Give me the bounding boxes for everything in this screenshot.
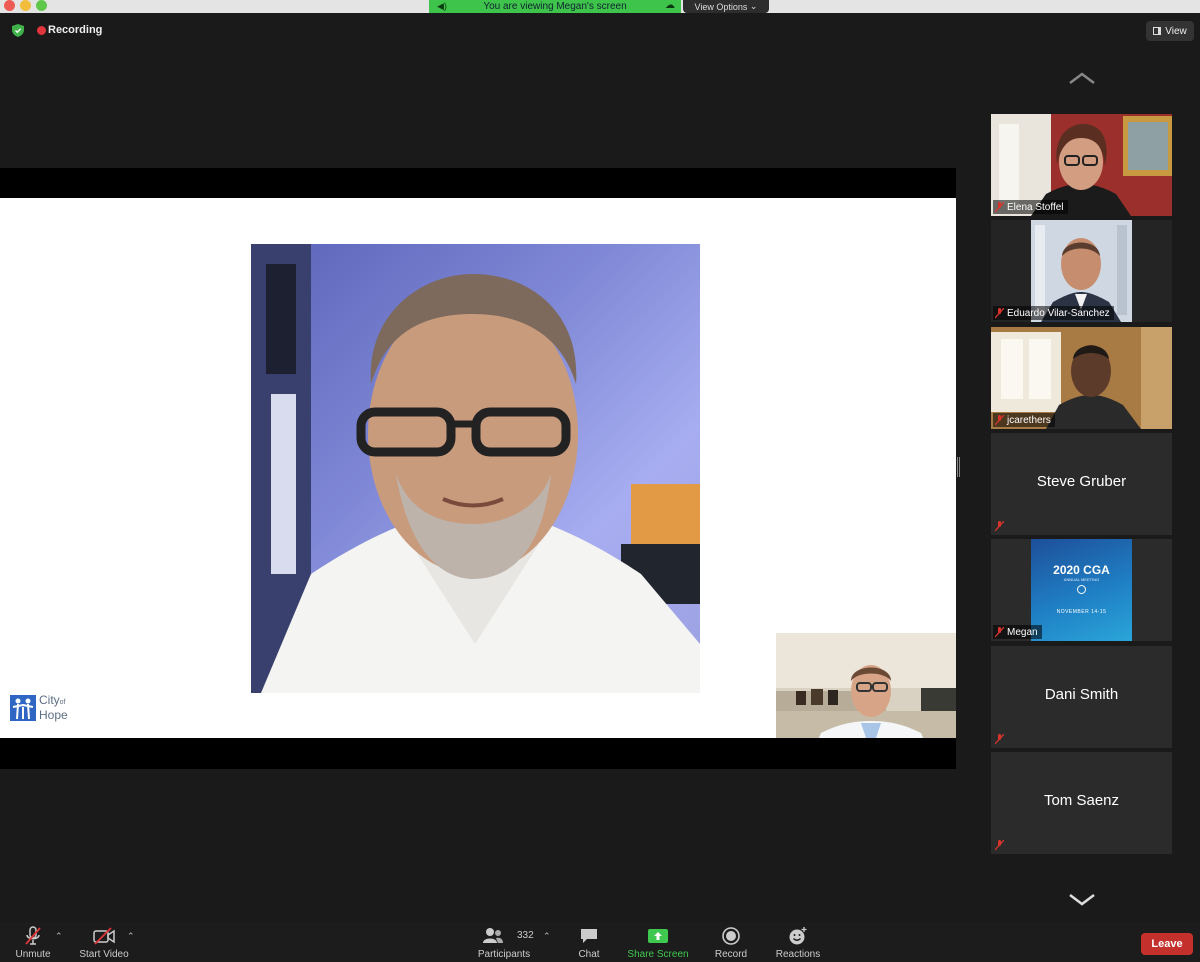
chat-label: Chat xyxy=(578,949,600,960)
participant-mute-indicator xyxy=(993,732,1008,746)
video-options-caret-icon[interactable]: ⌃ xyxy=(127,931,135,942)
viewing-banner-text: You are viewing Megan's screen xyxy=(483,1,627,12)
participants-label: Participants xyxy=(477,949,531,960)
presentation-slide: Cityof Hope xyxy=(0,198,956,738)
reactions-icon xyxy=(789,927,807,945)
participant-mute-indicator xyxy=(993,519,1008,533)
participant-name: Eduardo Vilar-Sanchez xyxy=(1007,307,1110,319)
city-of-hope-logo: Cityof Hope xyxy=(10,694,68,721)
meeting-logo-subtitle: ANNUAL MEETING xyxy=(1063,577,1100,582)
share-screen-button[interactable]: Share Screen xyxy=(624,922,692,962)
participant-name: Elena Stoffel xyxy=(1007,201,1064,213)
chevron-down-icon: ⌄ xyxy=(747,1,758,11)
share-screen-icon xyxy=(648,929,668,943)
mic-muted-icon xyxy=(25,926,41,945)
record-label: Record xyxy=(714,949,748,960)
participant-name-label: jcarethers xyxy=(993,413,1055,427)
mic-muted-icon xyxy=(995,520,1004,531)
participant-tile-eduardo-vilar-sanchez[interactable]: Eduardo Vilar-Sanchez xyxy=(991,220,1172,322)
shared-screen: Cityof Hope xyxy=(0,168,956,769)
start-video-label: Start Video xyxy=(79,949,129,960)
chat-button[interactable]: Chat xyxy=(570,922,608,962)
meeting-logo-date: NOVEMBER 14-15 xyxy=(1056,609,1107,615)
logo-text-hope: Hope xyxy=(39,708,68,722)
record-icon xyxy=(722,927,740,945)
mic-muted-icon xyxy=(995,626,1004,637)
view-options-label: View Options xyxy=(694,1,748,12)
mic-muted-icon xyxy=(995,201,1004,212)
logo-text: Cityof Hope xyxy=(39,694,68,721)
globe-icon xyxy=(1077,585,1086,594)
shield-icon[interactable] xyxy=(12,24,24,37)
participant-name: Tom Saenz xyxy=(1043,792,1120,809)
presenter-portrait-photo xyxy=(251,244,700,693)
meeting-toolbar: Unmute ⌃ Start Video ⌃ Participants 332 … xyxy=(0,922,1200,962)
participant-tile-megan[interactable]: 2020 CGA ANNUAL MEETING NOVEMBER 14-15 M… xyxy=(991,539,1172,641)
unmute-label: Unmute xyxy=(15,949,51,960)
view-options-button[interactable]: View Options ⌄ xyxy=(683,0,769,13)
logo-text-of: of xyxy=(59,699,66,706)
start-video-button[interactable]: Start Video xyxy=(74,922,134,962)
mic-muted-icon xyxy=(995,307,1004,318)
view-label: View xyxy=(1165,25,1187,37)
zoom-meeting-window: ◀) You are viewing Megan's screen ☁ View… xyxy=(0,0,1200,962)
meeting-logo-title: 2020 CGA xyxy=(1053,563,1110,577)
recording-dot-icon xyxy=(37,26,46,35)
mic-muted-icon xyxy=(995,733,1004,744)
mic-muted-icon xyxy=(995,414,1004,425)
reactions-button[interactable]: Reactions xyxy=(772,922,824,962)
participants-count: 332 xyxy=(517,930,534,941)
participant-tile-tom-saenz[interactable]: Tom Saenz xyxy=(991,752,1172,854)
participant-name-label: Elena Stoffel xyxy=(993,200,1068,214)
cloud-icon: ☁ xyxy=(665,0,675,11)
participant-name: jcarethers xyxy=(1007,414,1051,426)
view-layout-button[interactable]: View xyxy=(1146,21,1194,41)
audio-options-caret-icon[interactable]: ⌃ xyxy=(55,931,63,942)
participant-tile-elena-stoffel[interactable]: Elena Stoffel xyxy=(991,114,1172,216)
record-button[interactable]: Record xyxy=(710,922,752,962)
participant-name-label: Megan xyxy=(993,625,1042,639)
mic-muted-icon xyxy=(995,839,1004,850)
layout-icon xyxy=(1153,27,1162,35)
logo-text-city: City xyxy=(39,693,60,707)
close-window-button[interactable] xyxy=(4,0,15,11)
participants-button[interactable]: Participants xyxy=(474,922,534,962)
active-speaker-video[interactable] xyxy=(776,633,956,738)
participant-name: Steve Gruber xyxy=(1036,473,1127,490)
chat-icon xyxy=(581,929,597,943)
participant-tile-steve-gruber[interactable]: Steve Gruber xyxy=(991,433,1172,535)
city-of-hope-mark-icon xyxy=(10,694,36,721)
participant-name: Dani Smith xyxy=(1044,686,1119,703)
recording-label[interactable]: Recording xyxy=(48,24,102,36)
reactions-label: Reactions xyxy=(775,949,821,960)
gallery-scroll-down-icon[interactable] xyxy=(1068,893,1096,907)
participant-tile-jcarethers[interactable]: jcarethers xyxy=(991,327,1172,429)
leave-meeting-button[interactable]: Leave xyxy=(1141,933,1193,955)
participant-name: Megan xyxy=(1007,626,1038,638)
unmute-button[interactable]: Unmute xyxy=(10,922,56,962)
participant-mute-indicator xyxy=(993,838,1008,852)
viewing-screen-banner: ◀) You are viewing Megan's screen ☁ xyxy=(429,0,681,13)
participant-name-label: Eduardo Vilar-Sanchez xyxy=(993,306,1114,320)
share-screen-label: Share Screen xyxy=(627,949,689,960)
gallery-scroll-up-icon[interactable] xyxy=(1068,71,1096,85)
minimize-window-button[interactable] xyxy=(20,0,31,11)
maximize-window-button[interactable] xyxy=(36,0,47,11)
video-off-icon xyxy=(93,927,115,945)
participant-tile-dani-smith[interactable]: Dani Smith xyxy=(991,646,1172,748)
panel-splitter-handle[interactable] xyxy=(957,457,960,477)
participants-options-caret-icon[interactable]: ⌃ xyxy=(543,931,551,942)
speaker-icon: ◀) xyxy=(437,1,447,11)
participants-icon xyxy=(483,928,503,943)
meeting-logo-image: 2020 CGA ANNUAL MEETING NOVEMBER 14-15 xyxy=(1031,539,1132,641)
